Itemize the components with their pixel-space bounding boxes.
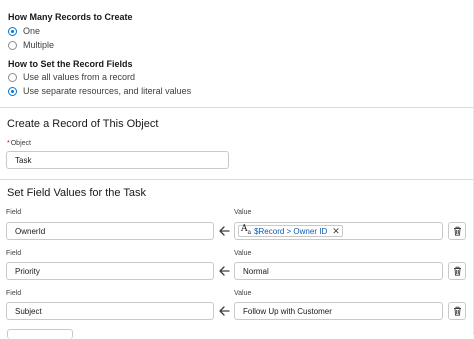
section-divider (0, 107, 474, 108)
radio-multiple-indicator[interactable] (8, 40, 17, 50)
field-input-value: OwnerId (15, 226, 46, 236)
trash-icon (453, 266, 461, 276)
how-many-title: How Many Records to Create (8, 12, 133, 22)
field-input-value: Subject (15, 306, 42, 316)
radio-option-all-values[interactable]: Use all values from a record (8, 72, 135, 82)
value-label: Value (234, 209, 252, 216)
section-divider-2 (0, 179, 474, 180)
value-input-text: Normal (243, 266, 269, 276)
field-label: Field (6, 209, 22, 216)
radio-option-one[interactable]: One (8, 26, 40, 36)
field-label: Field (6, 290, 22, 297)
object-input-value: Task (15, 155, 32, 165)
radio-separate-indicator[interactable] (8, 86, 17, 96)
resource-pill[interactable]: Aa $Record > Owner ID ✕ (238, 225, 343, 237)
flow-create-record-editor: How Many Records to Create One Multiple … (0, 0, 474, 339)
add-field-button[interactable] (7, 329, 73, 339)
radio-all-values-indicator[interactable] (8, 72, 17, 82)
arrow-left-icon (219, 226, 230, 236)
delete-row-button[interactable] (448, 262, 466, 280)
resource-pill-label: $Record > Owner ID (254, 226, 328, 236)
trash-icon (453, 226, 461, 236)
object-label-text: Object (10, 140, 31, 147)
delete-row-button[interactable] (448, 302, 466, 320)
field-values-heading: Set Field Values for the Task (7, 187, 146, 199)
value-label: Value (234, 290, 252, 297)
radio-one-label: One (23, 26, 41, 36)
field-input-priority[interactable]: Priority (6, 262, 214, 280)
radio-option-multiple[interactable]: Multiple (8, 40, 54, 50)
value-label: Value (234, 250, 252, 257)
value-input-priority[interactable]: Normal (234, 262, 443, 280)
field-input-subject[interactable]: Subject (6, 302, 214, 320)
radio-one-indicator[interactable] (8, 26, 17, 36)
field-input-value: Priority (15, 266, 40, 276)
value-input-text: Follow Up with Customer (243, 306, 332, 316)
trash-icon (453, 306, 461, 316)
field-label: Field (6, 250, 22, 257)
delete-row-button[interactable] (448, 222, 466, 240)
arrow-left-icon (219, 306, 230, 316)
radio-all-values-label: Use all values from a record (23, 72, 136, 82)
field-input-ownerid[interactable]: OwnerId (6, 222, 214, 240)
how-to-set-title: How to Set the Record Fields (8, 59, 133, 69)
create-record-heading: Create a Record of This Object (7, 118, 159, 130)
radio-separate-label: Use separate resources, and literal valu… (23, 86, 192, 96)
radio-multiple-label: Multiple (23, 40, 55, 50)
object-label: *Object (7, 140, 31, 147)
radio-option-separate-resources[interactable]: Use separate resources, and literal valu… (8, 86, 191, 96)
text-aa-icon: Aa (241, 224, 252, 236)
value-input-ownerid[interactable]: Aa $Record > Owner ID ✕ (234, 222, 443, 240)
arrow-left-icon (219, 266, 230, 276)
value-input-subject[interactable]: Follow Up with Customer (234, 302, 443, 320)
close-icon[interactable]: ✕ (332, 226, 340, 237)
object-input[interactable]: Task (6, 151, 229, 169)
required-asterisk: * (7, 140, 10, 147)
